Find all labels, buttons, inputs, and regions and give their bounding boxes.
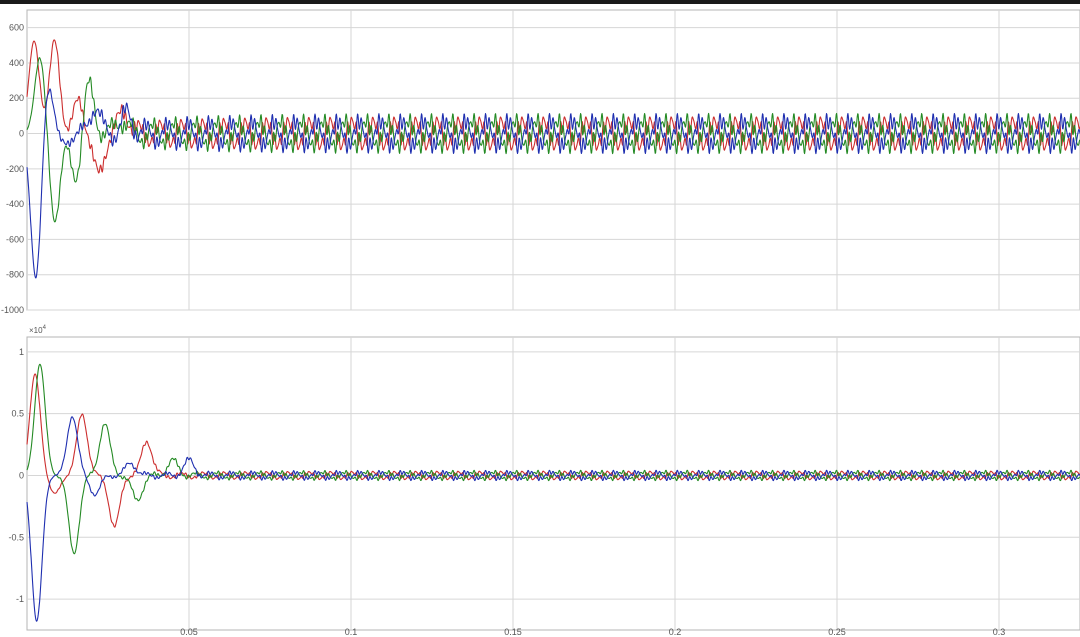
y-tick-label: -600 xyxy=(6,234,24,244)
y-tick-label: 200 xyxy=(9,93,24,103)
y-tick-label: 400 xyxy=(9,58,24,68)
x-tick-label: 0.25 xyxy=(828,627,846,637)
y-tick-label: 600 xyxy=(9,23,24,33)
y-tick-label: 0 xyxy=(19,129,24,139)
x-tick-label: 0.1 xyxy=(345,627,358,637)
x-tick-label: 0.2 xyxy=(669,627,682,637)
y-tick-label: -1 xyxy=(16,594,24,604)
y-tick-label: 1 xyxy=(19,347,24,357)
y-tick-label: -400 xyxy=(6,199,24,209)
y-tick-label: 0.5 xyxy=(11,409,24,419)
y-exponent-label: ×104 xyxy=(29,325,47,335)
x-tick-label: 0.3 xyxy=(993,627,1006,637)
x-tick-label: 0.05 xyxy=(180,627,198,637)
y-tick-label: -800 xyxy=(6,270,24,280)
panel-1-frame xyxy=(26,9,1080,311)
y-tick-label: -200 xyxy=(6,164,24,174)
y-tick-label: -1000 xyxy=(1,305,24,315)
y-tick-label: 0 xyxy=(19,470,24,480)
scope-window: 600 400 200 0 -200 -400 -600 -800 -1000 1 0.5 0 -0.5… xyxy=(0,0,1080,637)
y-tick-label: -0.5 xyxy=(8,532,24,542)
scope-plot-area: 600 400 200 0 -200 -400 -600 -800 -1000 1 0.5 0 -0.5… xyxy=(1,9,1080,637)
panel-2-frame xyxy=(26,336,1080,631)
x-tick-label: 0.15 xyxy=(504,627,522,637)
